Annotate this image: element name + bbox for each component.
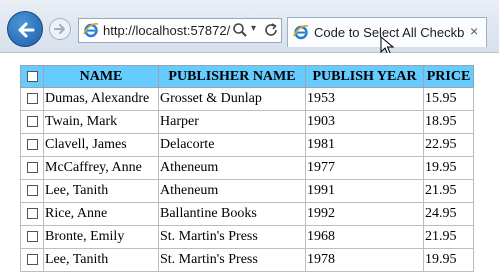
table-row: Clavell, James Delacorte 1981 22.95 (20, 133, 474, 157)
cell-year: 1992 (305, 202, 424, 226)
browser-toolbar: http://localhost:57872/ ▾ Code to Select… (0, 0, 499, 56)
cell-name: Twain, Mark (43, 110, 159, 134)
cell-name: Clavell, James (43, 133, 159, 157)
cell-publisher: Grosset & Dunlap (158, 87, 306, 111)
cell-publisher: Atheneum (158, 156, 306, 180)
table-row: Dumas, Alexandre Grosset & Dunlap 1953 1… (20, 87, 474, 111)
header-publish-year: PUBLISH YEAR (305, 65, 424, 88)
ie-icon (83, 23, 99, 38)
table-row: Rice, Anne Ballantine Books 1992 24.95 (20, 202, 474, 226)
cell-name: Bronte, Emily (43, 225, 159, 249)
table-row: Bronte, Emily St. Martin's Press 1968 21… (20, 225, 474, 249)
cell-publisher: Ballantine Books (158, 202, 306, 226)
cell-year: 1968 (305, 225, 424, 249)
cell-publisher: St. Martin's Press (158, 225, 306, 249)
select-all-header (20, 65, 44, 88)
table-header-row: NAME PUBLISHER NAME PUBLISH YEAR PRICE (20, 65, 474, 88)
search-icon[interactable] (232, 22, 248, 38)
cell-year: 1991 (305, 179, 424, 203)
cell-publisher: Atheneum (158, 179, 306, 203)
cell-price: 15.95 (423, 87, 474, 111)
row-checkbox[interactable] (26, 162, 38, 174)
header-name: NAME (43, 65, 159, 88)
cell-name: Lee, Tanith (43, 248, 159, 272)
back-button[interactable] (7, 11, 43, 47)
forward-arrow-icon (54, 24, 65, 34)
row-checkbox[interactable] (26, 139, 38, 151)
cell-price: 24.95 (423, 202, 474, 226)
row-checkbox[interactable] (26, 93, 38, 105)
row-checkbox[interactable] (26, 254, 38, 266)
cell-price: 22.95 (423, 133, 474, 157)
row-checkbox[interactable] (26, 185, 38, 197)
cell-name: Rice, Anne (43, 202, 159, 226)
table-row: McCaffrey, Anne Atheneum 1977 19.95 (20, 156, 474, 180)
cell-publisher: St. Martin's Press (158, 248, 306, 272)
row-checkbox[interactable] (26, 231, 38, 243)
cell-name: McCaffrey, Anne (43, 156, 159, 180)
cell-price: 18.95 (423, 110, 474, 134)
table-row: Lee, Tanith Atheneum 1991 21.95 (20, 179, 474, 203)
table-row: Twain, Mark Harper 1903 18.95 (20, 110, 474, 134)
table-row: Lee, Tanith St. Martin's Press 1978 19.9… (20, 248, 474, 272)
row-checkbox[interactable] (26, 208, 38, 220)
ie-icon (293, 25, 309, 40)
page-content: NAME PUBLISHER NAME PUBLISH YEAR PRICE D… (0, 53, 499, 272)
address-bar[interactable]: http://localhost:57872/ ▾ (78, 18, 282, 43)
cell-price: 21.95 (423, 225, 474, 249)
close-icon[interactable]: × (470, 23, 478, 39)
cell-year: 1981 (305, 133, 424, 157)
cell-price: 21.95 (423, 179, 474, 203)
books-table: NAME PUBLISHER NAME PUBLISH YEAR PRICE D… (20, 65, 474, 272)
cell-price: 19.95 (423, 156, 474, 180)
cell-price: 19.95 (423, 248, 474, 272)
address-url: http://localhost:57872/ (103, 23, 231, 38)
dropdown-icon[interactable]: ▾ (251, 23, 256, 34)
cell-publisher: Delacorte (158, 133, 306, 157)
cell-publisher: Harper (158, 110, 306, 134)
refresh-icon[interactable] (264, 22, 279, 38)
back-arrow-icon (18, 22, 35, 38)
cell-year: 1977 (305, 156, 424, 180)
cell-year: 1978 (305, 248, 424, 272)
cell-year: 1953 (305, 87, 424, 111)
header-publisher-name: PUBLISHER NAME (158, 65, 306, 88)
header-price: PRICE (423, 65, 474, 88)
select-all-checkbox[interactable] (26, 70, 38, 82)
row-checkbox[interactable] (26, 116, 38, 128)
cell-name: Lee, Tanith (43, 179, 159, 203)
cell-name: Dumas, Alexandre (43, 87, 159, 111)
forward-button[interactable] (49, 18, 71, 40)
cell-year: 1903 (305, 110, 424, 134)
